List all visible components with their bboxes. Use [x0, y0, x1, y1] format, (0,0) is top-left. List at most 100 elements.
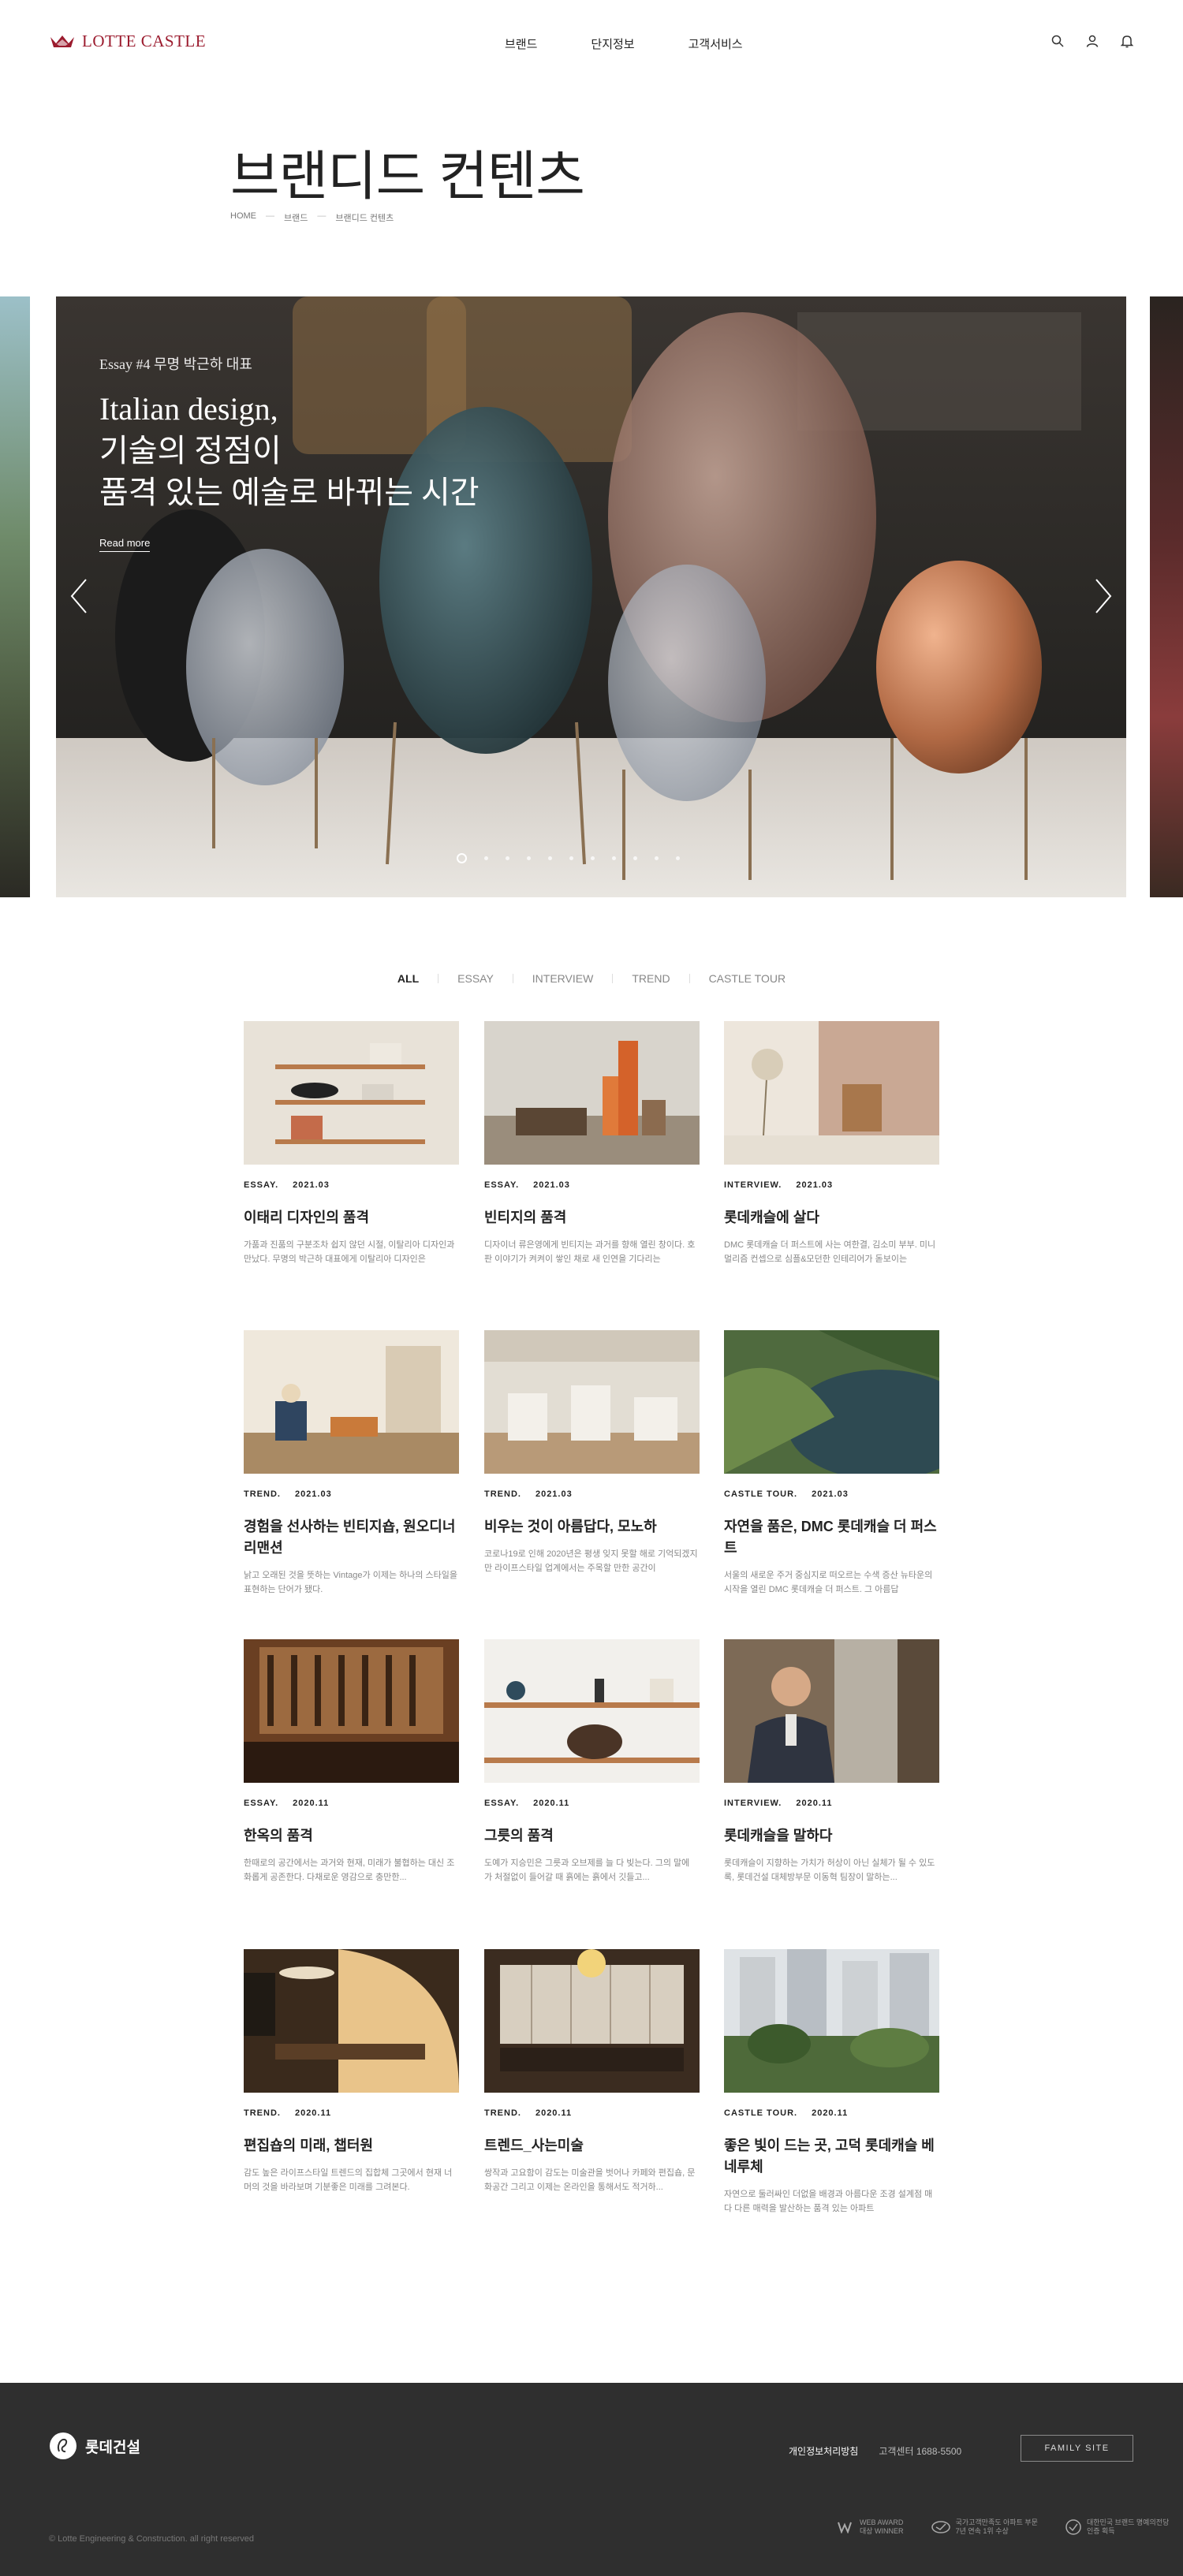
hero-caption: Essay #4 무명 박근하 대표 Italian design, 기술의 정… — [99, 353, 480, 552]
chevron-right-icon[interactable] — [1092, 576, 1115, 616]
card-title[interactable]: 편집숍의 미래, 챕터원 — [244, 2135, 459, 2157]
tab-interview[interactable]: INTERVIEW — [513, 972, 613, 985]
card-title[interactable]: 좋은 빛이 드는 곳, 고덕 롯데캐슬 베네루체 — [724, 2135, 939, 2178]
card-meta: ESSAY. 2021.03 — [484, 1180, 700, 1190]
card-date: 2020.11 — [533, 1799, 570, 1808]
card-title[interactable]: 트렌드_사는미술 — [484, 2135, 700, 2157]
slider-dot[interactable] — [457, 853, 467, 863]
copyright: © Lotte Engineering & Construction. all … — [49, 2534, 255, 2544]
card-title[interactable]: 빈티지의 품격 — [484, 1207, 700, 1228]
content-card[interactable]: ESSAY. 2020.11 한옥의 품격 한때로의 공간에서는 과거와 현재, … — [244, 1639, 459, 1884]
card-thumbnail — [484, 1639, 700, 1783]
slider-pagination — [457, 853, 680, 863]
hero-slider[interactable]: Essay #4 무명 박근하 대표 Italian design, 기술의 정… — [56, 296, 1126, 897]
card-date: 2021.03 — [294, 1489, 332, 1499]
content-card[interactable]: CASTLE TOUR. 2021.03 자연을 품은, DMC 롯데캐슬 더 퍼… — [724, 1330, 939, 1597]
card-thumbnail — [244, 1021, 459, 1165]
content-card[interactable]: TREND. 2020.11 편집숍의 미래, 챕터원 감도 높은 라이프스타일 … — [244, 1949, 459, 2194]
award-badge: 국가고객만족도 아파트 부문 7년 연속 1위 수상 — [931, 2518, 1038, 2536]
card-title[interactable]: 자연을 품은, DMC 롯데캐슬 더 퍼스트 — [724, 1516, 939, 1559]
card-description: 한때로의 공간에서는 과거와 현재, 미래가 불협하는 대신 조화롭게 공존한다… — [244, 1858, 455, 1882]
slider-dot[interactable] — [548, 856, 552, 860]
slider-dot[interactable] — [506, 856, 509, 860]
content-card[interactable]: ESSAY. 2021.03 이태리 디자인의 품격 가품과 진품의 구분조차 쉽… — [244, 1021, 459, 1266]
card-date: 2021.03 — [533, 1180, 570, 1190]
castle-crest-icon — [50, 35, 74, 47]
card-thumbnail — [484, 1021, 700, 1165]
family-site-button[interactable]: FAMILY SITE — [1021, 2435, 1133, 2462]
nav-item-customer-service[interactable]: 고객서비스 — [689, 35, 743, 52]
content-card[interactable]: CASTLE TOUR. 2020.11 좋은 빛이 드는 곳, 고덕 롯데캐슬 … — [724, 1949, 939, 2216]
nav-item-brand[interactable]: 브랜드 — [505, 35, 537, 52]
card-date: 2020.11 — [796, 1799, 833, 1808]
call-center: 고객센터 1688-5500 — [879, 2446, 962, 2457]
card-thumbnail — [724, 1949, 939, 2093]
card-title[interactable]: 롯데캐슬을 말하다 — [724, 1825, 939, 1847]
content-card[interactable]: TREND. 2021.03 경험을 선사하는 빈티지숍, 원오디너리맨션 낡고 … — [244, 1330, 459, 1597]
nav-item-complex-info[interactable]: 단지정보 — [591, 35, 634, 52]
slider-dot[interactable] — [676, 856, 680, 860]
card-description: DMC 롯데캐슬 더 퍼스트에 사는 여한결, 김소미 부부. 미니멀리즘 컨셉… — [724, 1240, 936, 1264]
next-slide-peek — [1150, 296, 1183, 897]
card-meta: ESSAY. 2021.03 — [244, 1180, 459, 1190]
card-thumbnail — [724, 1639, 939, 1783]
prev-slide-peek — [0, 296, 30, 897]
card-date: 2021.03 — [812, 1489, 849, 1499]
breadcrumb-home[interactable]: HOME — [230, 211, 256, 224]
tab-all[interactable]: ALL — [379, 972, 438, 985]
card-date: 2020.11 — [294, 2108, 332, 2118]
content-card[interactable]: TREND. 2021.03 비우는 것이 아름답다, 모노하 코로나19로 인해… — [484, 1330, 700, 1575]
card-category: TREND. — [484, 1489, 521, 1499]
card-description: 서울의 새로운 주거 중심지로 떠오르는 수색 증산 뉴타운의 시작을 열린 D… — [724, 1571, 933, 1594]
slider-dot[interactable] — [569, 856, 573, 860]
card-description: 감도 높은 라이프스타일 트렌드의 집합체 그곳에서 현재 너머의 것을 바라보… — [244, 2168, 453, 2192]
card-title[interactable]: 그릇의 품격 — [484, 1825, 700, 1847]
slider-dot[interactable] — [591, 856, 595, 860]
tab-castle-tour[interactable]: CASTLE TOUR — [690, 972, 805, 985]
card-meta: TREND. 2020.11 — [484, 2108, 700, 2118]
content-card[interactable]: INTERVIEW. 2020.11 롯데캐슬을 말하다 롯데캐슬이 지향하는 가… — [724, 1639, 939, 1884]
slider-dot[interactable] — [527, 856, 531, 860]
breadcrumb-brand[interactable]: 브랜드 — [284, 211, 308, 224]
card-category: CASTLE TOUR. — [724, 1489, 798, 1499]
card-title[interactable]: 롯데캐슬에 살다 — [724, 1207, 939, 1228]
content-card[interactable]: ESSAY. 2020.11 그릇의 품격 도예가 지승민은 그릇과 오브제를 늘… — [484, 1639, 700, 1884]
card-category: ESSAY. — [244, 1180, 279, 1190]
content-card[interactable]: TREND. 2020.11 트렌드_사는미술 쌍작과 고요함이 감도는 미술관을… — [484, 1949, 700, 2194]
card-meta: TREND. 2021.03 — [484, 1489, 700, 1499]
card-thumbnail — [244, 1330, 459, 1474]
user-icon[interactable] — [1085, 34, 1099, 48]
card-category: TREND. — [244, 2108, 281, 2118]
breadcrumb-separator: — — [317, 211, 327, 221]
brand-logo[interactable]: LOTTE CASTLE — [49, 32, 206, 51]
slider-dot[interactable] — [484, 856, 488, 860]
card-title[interactable]: 이태리 디자인의 품격 — [244, 1207, 459, 1228]
card-thumbnail — [724, 1021, 939, 1165]
tab-trend[interactable]: TREND — [613, 972, 689, 985]
read-more-link[interactable]: Read more — [99, 537, 151, 552]
card-title[interactable]: 비우는 것이 아름답다, 모노하 — [484, 1516, 700, 1538]
card-title[interactable]: 경험을 선사하는 빈티지숍, 원오디너리맨션 — [244, 1516, 459, 1559]
content-card[interactable]: INTERVIEW. 2021.03 롯데캐슬에 살다 DMC 롯데캐슬 더 퍼스… — [724, 1021, 939, 1266]
privacy-policy-link[interactable]: 개인정보처리방침 — [789, 2444, 858, 2458]
card-category: TREND. — [484, 2108, 521, 2118]
bell-icon[interactable] — [1120, 34, 1134, 48]
card-category: ESSAY. — [484, 1180, 520, 1190]
card-title[interactable]: 한옥의 품격 — [244, 1825, 459, 1847]
award-label: 국가고객만족도 아파트 부문 7년 연속 1위 수상 — [955, 2518, 1038, 2535]
search-icon[interactable] — [1051, 34, 1065, 48]
breadcrumb-current: 브랜디드 컨텐츠 — [335, 214, 394, 223]
footer-logo[interactable]: 롯데건설 — [49, 2432, 140, 2460]
card-date: 2021.03 — [535, 1489, 573, 1499]
content-card[interactable]: ESSAY. 2021.03 빈티지의 품격 디자이너 류은영에게 빈티지는 과거… — [484, 1021, 700, 1266]
satisfaction-award-icon — [931, 2521, 950, 2533]
slider-dot[interactable] — [655, 856, 659, 860]
hero-headline: Italian design, 기술의 정점이 품격 있는 예술로 바뀌는 시간 — [99, 391, 480, 510]
card-description: 디자이너 류은영에게 빈티지는 과거를 향해 열린 창이다. 호판 이야기가 켜… — [484, 1240, 696, 1264]
slider-dot[interactable] — [633, 856, 637, 860]
award-label: WEB AWARD 대상 WINNER — [860, 2518, 904, 2535]
tab-essay[interactable]: ESSAY — [438, 972, 513, 985]
chevron-left-icon[interactable] — [67, 576, 91, 616]
card-thumbnail — [244, 1949, 459, 2093]
slider-dot[interactable] — [612, 856, 616, 860]
